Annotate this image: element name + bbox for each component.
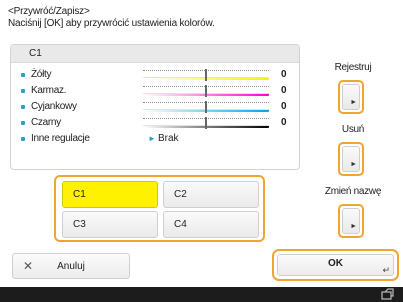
row-value: 0 [281,101,287,112]
cancel-button[interactable]: ✕ Anuluj [12,253,130,279]
page-title: <Przywróć/Zapisz> [8,6,90,17]
instruction-text: Naciśnij [OK] aby przywrócić ustawienia … [8,18,215,29]
row-label: Czarny [31,117,61,128]
slider-marker [205,101,207,113]
cancel-label: Anuluj [57,261,85,272]
triangle-right-icon: ► [350,223,357,230]
bullet-icon [21,137,25,141]
row-yellow: Żółty 0 [11,67,299,83]
preset-c2-button[interactable]: C2 [163,181,259,208]
preset-selector: C1 C2 C3 C4 [54,175,265,242]
black-slider [143,117,269,129]
panel-heading: C1 [11,45,299,63]
ok-label: OK [328,258,343,269]
adjustment-rows: Żółty 0 Karmaz. 0 Cyjankowy 0 Czarny 0 I… [11,67,299,147]
button-face [342,146,360,172]
bullet-icon [21,105,25,109]
enter-icon: ↵ [382,265,390,275]
row-black: Czarny 0 [11,115,299,131]
preset-c4-button[interactable]: C4 [163,211,259,238]
status-icon[interactable] [381,288,395,301]
row-label: Cyjankowy [31,101,77,112]
row-value: 0 [281,85,287,96]
triangle-right-icon: ► [350,99,357,106]
rename-label: Zmień nazwę [324,186,382,197]
rename-button[interactable]: ► [338,204,364,238]
bullet-icon [21,89,25,93]
row-label: Żółty [31,69,52,80]
row-value: 0 [281,69,287,80]
row-label: Inne regulacje [31,133,90,144]
cyan-slider [143,101,269,113]
color-settings-panel: C1 Żółty 0 Karmaz. 0 Cyjankowy 0 Czarny … [10,44,300,170]
preset-c1-button[interactable]: C1 [62,181,158,208]
preset-c3-button[interactable]: C3 [62,211,158,238]
triangle-right-icon: ► [350,161,357,168]
row-cyan: Cyjankowy 0 [11,99,299,115]
triangle-right-icon: ► [148,134,156,143]
magenta-slider [143,85,269,97]
bullet-icon [21,121,25,125]
slider-marker [205,85,207,97]
row-other-adjustments: Inne regulacje ► Brak [11,131,299,147]
row-magenta: Karmaz. 0 [11,83,299,99]
other-adjustments-value: Brak [158,133,179,144]
bullet-icon [21,73,25,77]
yellow-slider [143,69,269,81]
register-button[interactable]: ► [338,80,364,114]
register-label: Rejestruj [334,62,372,73]
ok-button[interactable]: OK ↵ [272,249,399,281]
delete-button[interactable]: ► [338,142,364,176]
row-value: 0 [281,117,287,128]
row-label: Karmaz. [31,85,67,96]
button-face [342,208,360,234]
status-bar [0,287,403,302]
slider-marker [205,117,207,129]
delete-label: Usuń [341,124,365,135]
header: <Przywróć/Zapisz> Naciśnij [OK] aby przy… [8,6,398,30]
button-face [342,84,360,110]
slider-marker [205,69,207,81]
